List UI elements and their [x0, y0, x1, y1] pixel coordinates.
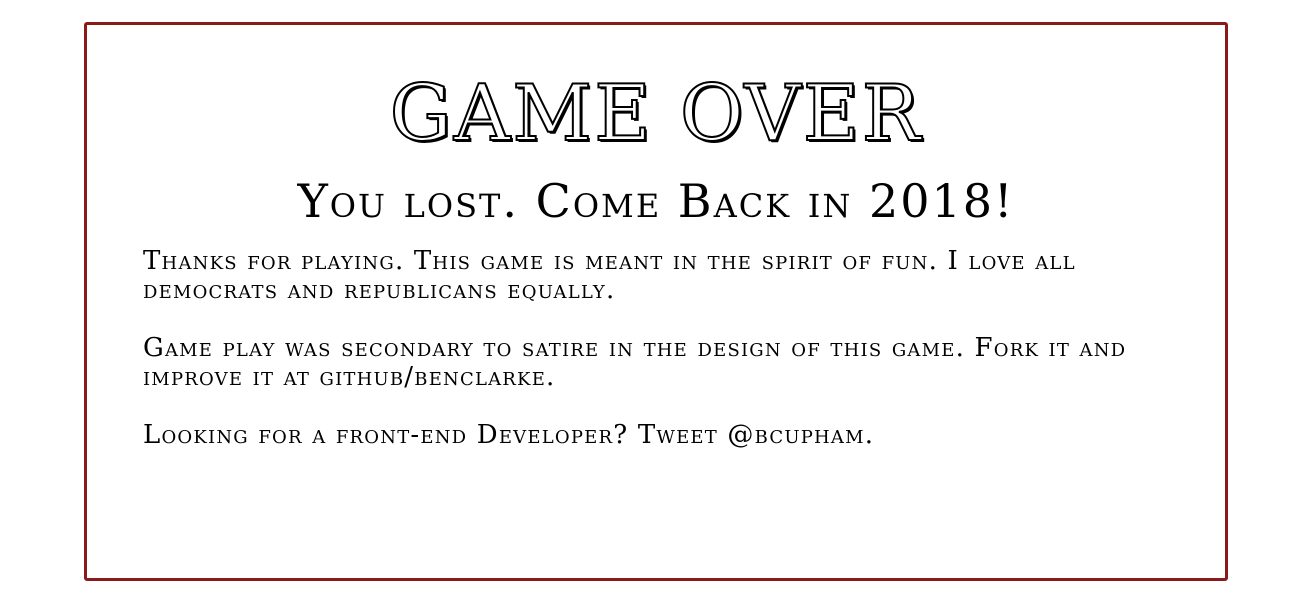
- game-over-panel: GAME OVER You lost. Come Back in 2018! T…: [84, 22, 1228, 581]
- thanks-message: Thanks for playing. This game is meant i…: [143, 246, 1076, 305]
- contact-message: Looking for a front-end Developer? Tweet…: [143, 420, 875, 450]
- game-over-subtitle: You lost. Come Back in 2018!: [297, 174, 1015, 228]
- fork-message: Game play was secondary to satire in the…: [143, 333, 1127, 392]
- game-over-title: GAME OVER: [389, 68, 923, 160]
